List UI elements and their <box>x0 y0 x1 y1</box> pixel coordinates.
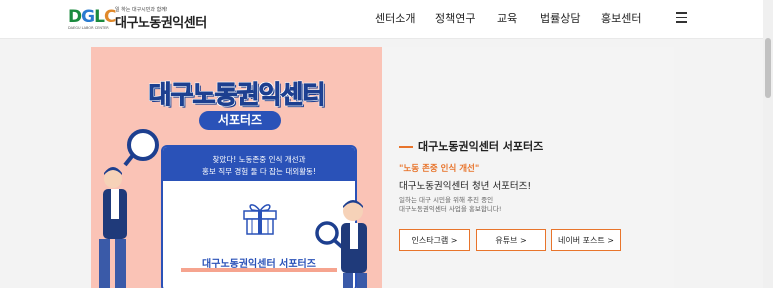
info-description: 일하는 대구 시민을 위해 추진 중인 대구노동권익센터 사업을 홍보합니다! <box>399 196 501 214</box>
nav-item-pr-center[interactable]: 홍보센터 <box>601 10 641 26</box>
info-description-line-1: 일하는 대구 시민을 위해 추진 중인 <box>399 196 494 204</box>
person-holding-magnifier-illustration <box>315 200 367 288</box>
supporters-banner: 대구노동권익센터 서포터즈 찾았다! 노동존중 인식 개선과 홍보 직무 경험 … <box>91 47 382 288</box>
info-heading: 대구노동권익센터 서포터즈 <box>399 138 543 154</box>
gift-box-icon <box>243 204 277 235</box>
banner-line-2: 홍보 직무 경험 둘 다 잡는 대외활동! <box>202 167 316 176</box>
banner-pill: 서포터즈 <box>199 111 281 130</box>
hamburger-menu-icon[interactable] <box>676 12 687 23</box>
site-header: DGLC DAEGU LABOR CENTER 일 하는 대구시민과 함께! 대… <box>0 0 773 39</box>
info-heading-text: 대구노동권익센터 서포터즈 <box>418 140 544 153</box>
nav-item-legal-counsel[interactable]: 법률상담 <box>540 10 580 26</box>
logo-english: DAEGU LABOR CENTER <box>68 26 109 30</box>
info-subtitle: "노동 존중 인식 개선" <box>399 164 480 174</box>
banner-box-head: 찾았다! 노동존중 인식 개선과 홍보 직무 경험 둘 다 잡는 대외활동! <box>163 147 355 181</box>
page-scrollbar[interactable] <box>763 0 773 288</box>
nav-item-center-intro[interactable]: 센터소개 <box>375 10 415 26</box>
naver-post-button[interactable]: 네이버 포스트 > <box>551 229 621 251</box>
scrollbar-thumb[interactable] <box>765 38 771 98</box>
nav-item-education[interactable]: 교육 <box>497 10 517 26</box>
instagram-button[interactable]: 인스타그램 > <box>399 229 470 251</box>
site-logo[interactable]: DGLC DAEGU LABOR CENTER 일 하는 대구시민과 함께! 대… <box>68 5 248 33</box>
nav-item-policy-research[interactable]: 정책연구 <box>435 10 475 26</box>
banner-title: 대구노동권익센터 <box>148 80 326 110</box>
info-description-line-2: 대구노동권익센터 사업을 홍보합니다! <box>399 205 502 213</box>
accent-dash <box>399 146 413 148</box>
info-title: 대구노동권익센터 청년 서포터즈! <box>399 181 532 192</box>
banner-line-1: 찾았다! 노동존중 인식 개선과 <box>212 155 306 164</box>
person-with-magnifier-illustration <box>99 129 159 288</box>
youtube-button[interactable]: 유튜브 > <box>476 229 546 251</box>
logo-mark: DGLC <box>68 7 116 27</box>
logo-name: 대구노동권익센터 <box>115 16 207 31</box>
